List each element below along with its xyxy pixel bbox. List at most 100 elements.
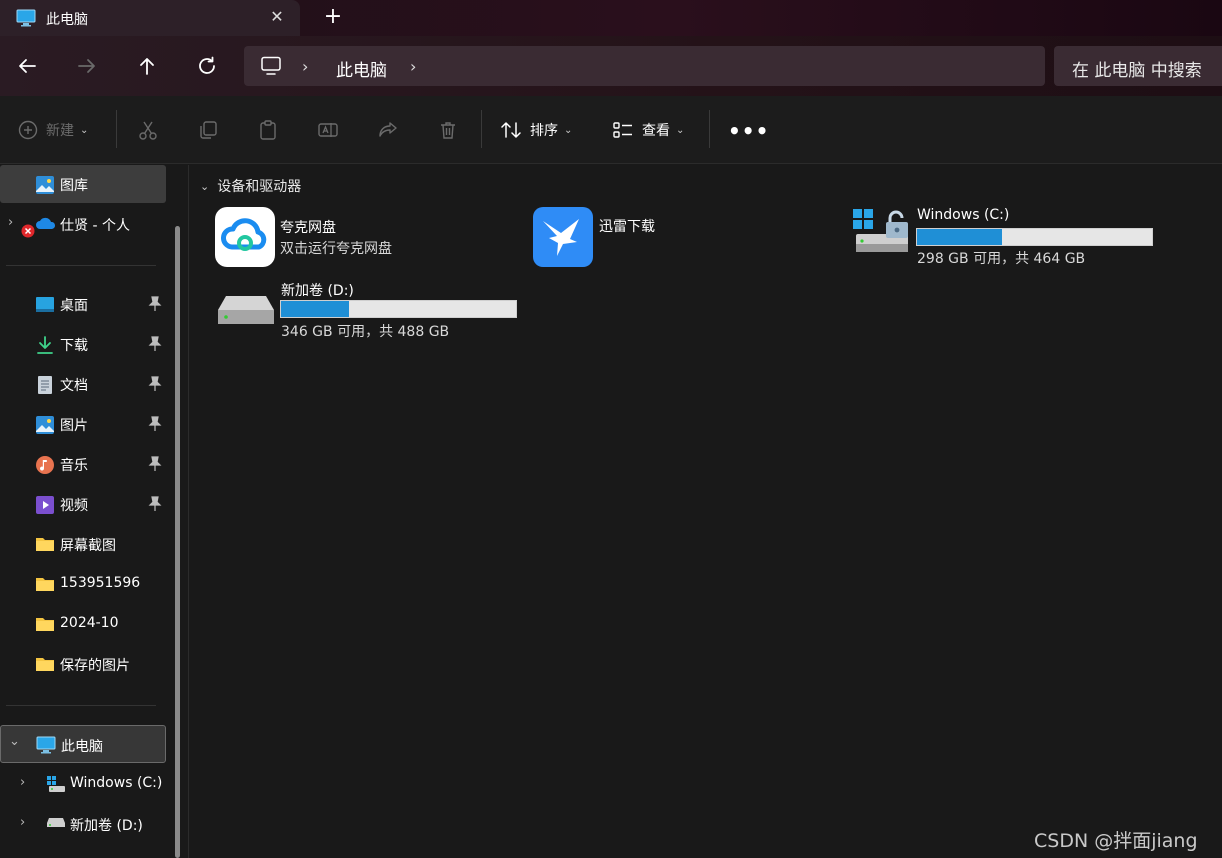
gallery-icon bbox=[35, 175, 55, 195]
tile-drive-d[interactable]: 新加卷 (D:) 346 GB 可用，共 488 GB bbox=[214, 278, 524, 340]
search-input[interactable]: 在 此电脑 中搜索 bbox=[1054, 46, 1222, 86]
sidebar-item-label: 2024-10 bbox=[60, 615, 119, 631]
chevron-down-icon: ⌄ bbox=[564, 124, 573, 136]
folder-icon bbox=[35, 575, 55, 595]
chevron-right-icon[interactable]: › bbox=[302, 57, 308, 76]
navigation-bar: › 此电脑 › 在 此电脑 中搜索 bbox=[0, 36, 1222, 96]
cut-button[interactable] bbox=[137, 118, 159, 142]
drive-usage-bar bbox=[916, 228, 1153, 246]
new-button[interactable]: 新建 ⌄ bbox=[18, 118, 88, 142]
delete-button[interactable] bbox=[437, 118, 459, 142]
sidebar-item-drive-c[interactable]: › Windows (C:) bbox=[0, 765, 166, 803]
refresh-icon bbox=[199, 56, 215, 74]
document-icon bbox=[35, 375, 55, 395]
trash-icon bbox=[441, 122, 455, 139]
sidebar-item-desktop[interactable]: 桌面 bbox=[0, 285, 166, 323]
sidebar-item-downloads[interactable]: 下载 bbox=[0, 325, 166, 363]
arrow-up-icon bbox=[140, 58, 154, 75]
pin-icon[interactable] bbox=[148, 456, 162, 472]
refresh-button[interactable] bbox=[195, 54, 219, 78]
chevron-down-icon: ⌄ bbox=[80, 124, 89, 136]
sidebar-item-onedrive[interactable]: › 仕贤 - 个人 bbox=[0, 205, 166, 243]
onedrive-cloud-icon bbox=[35, 215, 56, 235]
close-tab-button[interactable]: ✕ bbox=[268, 6, 286, 28]
chevron-right-icon[interactable]: › bbox=[20, 775, 25, 790]
more-options-button[interactable]: ••• bbox=[728, 119, 769, 143]
arrow-left-icon bbox=[19, 59, 36, 73]
sidebar-item-this-pc[interactable]: ⌄ 此电脑 bbox=[0, 725, 166, 763]
sidebar-item-label: 下载 bbox=[60, 338, 88, 354]
computer-icon bbox=[260, 56, 282, 80]
pin-icon[interactable] bbox=[148, 376, 162, 392]
search-placeholder: 在 此电脑 中搜索 bbox=[1072, 61, 1202, 81]
music-icon bbox=[35, 455, 55, 475]
chevron-right-icon[interactable]: › bbox=[410, 57, 416, 76]
sidebar-item-gallery[interactable]: 图库 bbox=[0, 165, 166, 203]
sort-button[interactable]: 排序 ⌄ bbox=[500, 118, 572, 142]
sidebar-item-label: 屏幕截图 bbox=[60, 538, 116, 554]
pin-icon[interactable] bbox=[148, 496, 162, 512]
error-badge-icon bbox=[21, 224, 35, 242]
clipboard-icon bbox=[260, 120, 276, 140]
sidebar-item-label: 图片 bbox=[60, 418, 88, 434]
paste-button[interactable] bbox=[257, 118, 279, 142]
sidebar-item-pictures[interactable]: 图片 bbox=[0, 405, 166, 443]
chevron-down-icon: ⌄ bbox=[676, 124, 685, 136]
sidebar-item-drive-d[interactable]: › 新加卷 (D:) bbox=[0, 805, 166, 843]
chevron-down-icon[interactable]: ⌄ bbox=[9, 734, 20, 749]
sidebar-item-label: Windows (C:) bbox=[70, 775, 163, 791]
folder-icon bbox=[35, 535, 55, 555]
tile-description: 双击运行夸克网盘 bbox=[280, 241, 392, 257]
back-button[interactable] bbox=[15, 54, 39, 78]
pin-icon[interactable] bbox=[148, 416, 162, 432]
tile-drive-c[interactable]: Windows (C:) 298 GB 可用，共 464 GB bbox=[850, 206, 1160, 268]
share-icon bbox=[379, 122, 397, 137]
up-button[interactable] bbox=[135, 54, 159, 78]
rename-icon bbox=[318, 123, 338, 137]
tab-this-pc[interactable]: 此电脑 ✕ bbox=[0, 0, 300, 36]
chevron-right-icon[interactable]: › bbox=[8, 215, 13, 230]
sidebar-item-folder[interactable]: 屏幕截图 bbox=[0, 525, 166, 563]
view-button[interactable]: 查看 ⌄ bbox=[612, 118, 684, 142]
divider bbox=[6, 705, 156, 706]
command-bar: 新建 ⌄ 排序 ⌄ 查看 ⌄ ••• bbox=[0, 96, 1222, 164]
copy-button[interactable] bbox=[197, 118, 219, 142]
drive-usage-bar bbox=[280, 300, 517, 318]
pin-icon[interactable] bbox=[148, 296, 162, 312]
rename-button[interactable] bbox=[317, 118, 339, 142]
sidebar-item-label: 仕贤 - 个人 bbox=[60, 218, 130, 234]
sidebar-item-label: 桌面 bbox=[60, 298, 88, 314]
chevron-right-icon[interactable]: › bbox=[20, 815, 25, 830]
breadcrumb-this-pc[interactable]: 此电脑 bbox=[336, 56, 387, 81]
sidebar-scrollbar[interactable] bbox=[175, 226, 180, 858]
tile-xunlei[interactable]: 迅雷下载 bbox=[532, 206, 812, 268]
sidebar-item-videos[interactable]: 视频 bbox=[0, 485, 166, 523]
sidebar-item-folder[interactable]: 153951596 bbox=[0, 565, 166, 603]
pane-divider[interactable] bbox=[188, 165, 189, 858]
arrow-right-icon bbox=[78, 59, 95, 73]
new-tab-button[interactable]: + bbox=[322, 6, 344, 30]
sidebar-item-label: 此电脑 bbox=[61, 739, 103, 755]
sidebar-item-folder[interactable]: 保存的图片 bbox=[0, 645, 166, 683]
forward-button[interactable] bbox=[75, 54, 99, 78]
share-button[interactable] bbox=[377, 118, 399, 142]
tile-name: 迅雷下载 bbox=[599, 219, 655, 235]
section-devices-drives[interactable]: ⌄ 设备和驱动器 bbox=[200, 176, 301, 196]
sidebar-item-folder[interactable]: 2024-10 bbox=[0, 605, 166, 643]
tile-quark-drive[interactable]: 夸克网盘 双击运行夸克网盘 bbox=[214, 206, 514, 268]
divider bbox=[481, 110, 482, 148]
title-bar: 此电脑 ✕ + bbox=[0, 0, 1222, 36]
view-list-icon bbox=[613, 122, 632, 138]
video-icon bbox=[35, 495, 55, 515]
address-bar[interactable]: › 此电脑 › bbox=[244, 46, 1045, 86]
pin-icon[interactable] bbox=[148, 336, 162, 352]
sidebar-item-label: 新加卷 (D:) bbox=[70, 818, 143, 834]
new-label: 新建 bbox=[46, 123, 74, 139]
sidebar-item-label: 保存的图片 bbox=[60, 658, 130, 674]
sidebar-item-documents[interactable]: 文档 bbox=[0, 365, 166, 403]
drive-name: Windows (C:) bbox=[917, 207, 1010, 223]
view-label: 查看 bbox=[642, 123, 670, 139]
sidebar-item-music[interactable]: 音乐 bbox=[0, 445, 166, 483]
sidebar-item-label: 文档 bbox=[60, 378, 88, 394]
tab-title: 此电脑 bbox=[46, 12, 88, 28]
